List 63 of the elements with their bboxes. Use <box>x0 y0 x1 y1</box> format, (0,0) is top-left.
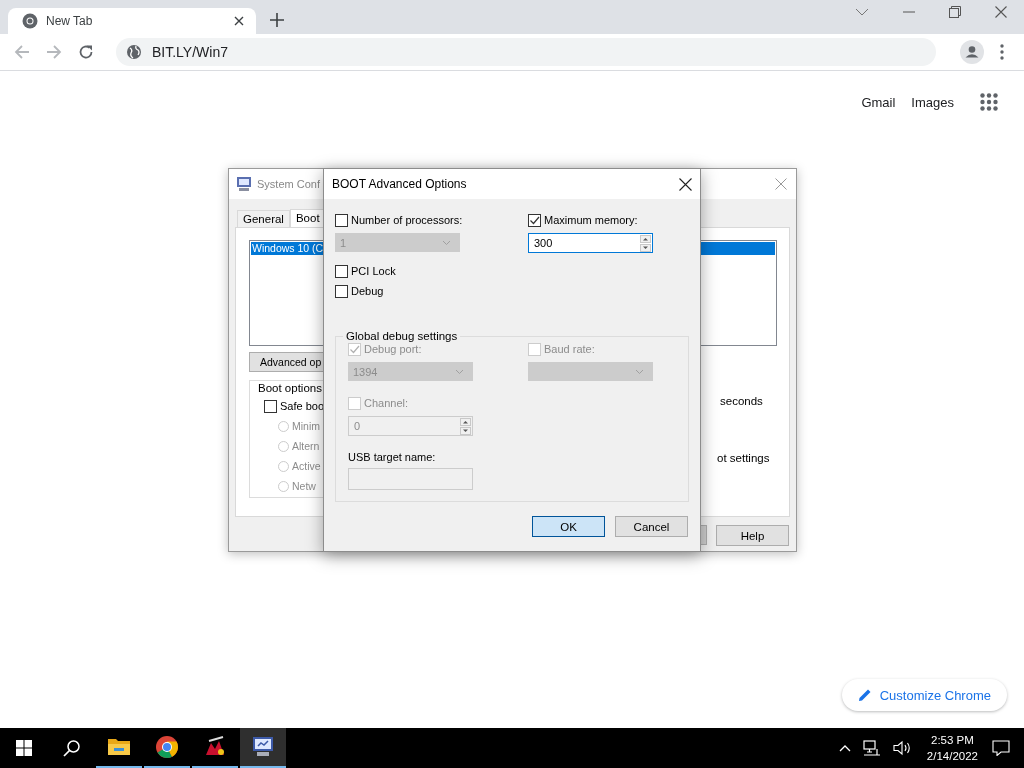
chrome-icon <box>155 735 179 759</box>
dialog-title: BOOT Advanced Options <box>332 177 467 191</box>
label: ot settings <box>717 452 771 464</box>
checkbox[interactable] <box>528 213 541 227</box>
address-bar[interactable]: BIT.LY/Win7 <box>116 38 936 66</box>
apps-icon[interactable] <box>980 93 998 111</box>
windows-icon[interactable] <box>16 740 32 756</box>
globe-icon <box>126 44 142 60</box>
radio-label: Minim <box>292 420 320 432</box>
checkbox-label: Maximum memory: <box>544 214 638 226</box>
new-tab-icon[interactable] <box>270 13 284 27</box>
group-label: Global debug settings <box>343 330 461 342</box>
chrome-icon <box>22 13 38 29</box>
checkbox-label: Safe boo <box>280 400 325 412</box>
computer-icon <box>236 176 252 192</box>
spin-down-button[interactable] <box>460 426 471 435</box>
chevron-down-icon[interactable] <box>855 7 869 16</box>
radio-label: Netw <box>292 480 316 492</box>
checkbox-label: PCI Lock <box>351 265 396 277</box>
radio-label: Altern <box>292 440 320 452</box>
window-title: System Conf <box>257 178 320 190</box>
taskbar-app[interactable] <box>240 728 286 768</box>
browser-tab[interactable]: New Tab <box>8 8 256 34</box>
checkbox[interactable] <box>335 264 348 278</box>
checkbox-label: Debug <box>351 285 384 297</box>
link[interactable]: Gmail <box>861 94 896 110</box>
group-label: Boot options <box>255 382 325 394</box>
close-icon[interactable] <box>234 16 244 26</box>
number-field[interactable]: 300 <box>528 233 653 253</box>
checkbox-label: Number of processors: <box>351 214 463 226</box>
link[interactable]: Images <box>911 94 954 110</box>
menu-icon[interactable] <box>1000 44 1004 60</box>
reload-icon[interactable] <box>78 44 94 60</box>
computer-icon <box>251 735 275 759</box>
field-label: USB target name: <box>348 451 437 463</box>
caret-icon <box>455 368 464 375</box>
checkbox-label: Debug port: <box>364 343 422 355</box>
label: seconds <box>719 395 764 407</box>
dialog-button[interactable]: OK <box>532 516 605 537</box>
checkbox[interactable] <box>335 284 348 298</box>
notification-icon[interactable] <box>992 740 1010 756</box>
restore-icon[interactable] <box>949 5 961 18</box>
close-icon[interactable] <box>679 177 692 191</box>
tab[interactable]: General <box>237 210 290 227</box>
spin-up-button[interactable] <box>640 234 651 243</box>
customize-button[interactable]: Customize Chrome <box>841 679 1007 711</box>
speaker-icon[interactable] <box>892 740 913 756</box>
help-button[interactable]: Help <box>716 525 789 546</box>
caret-icon <box>442 239 451 246</box>
pencil-icon <box>857 688 872 702</box>
clock[interactable]: 2:53 PM 2/14/2022 <box>926 732 978 764</box>
search-icon[interactable] <box>63 739 81 757</box>
checkbox[interactable] <box>264 399 277 413</box>
chevron-up-icon[interactable] <box>838 744 851 752</box>
spin-down-button[interactable] <box>640 243 651 252</box>
checkbox-label: Channel: <box>364 397 409 409</box>
checkbox-label: Baud rate: <box>544 343 595 355</box>
spin-up-button[interactable] <box>460 417 471 426</box>
network-icon[interactable] <box>862 740 881 756</box>
dialog-button[interactable]: Cancel <box>615 516 688 537</box>
profile-icon[interactable] <box>960 40 984 64</box>
radio-label: Active <box>292 460 321 472</box>
caret-icon <box>635 368 644 375</box>
